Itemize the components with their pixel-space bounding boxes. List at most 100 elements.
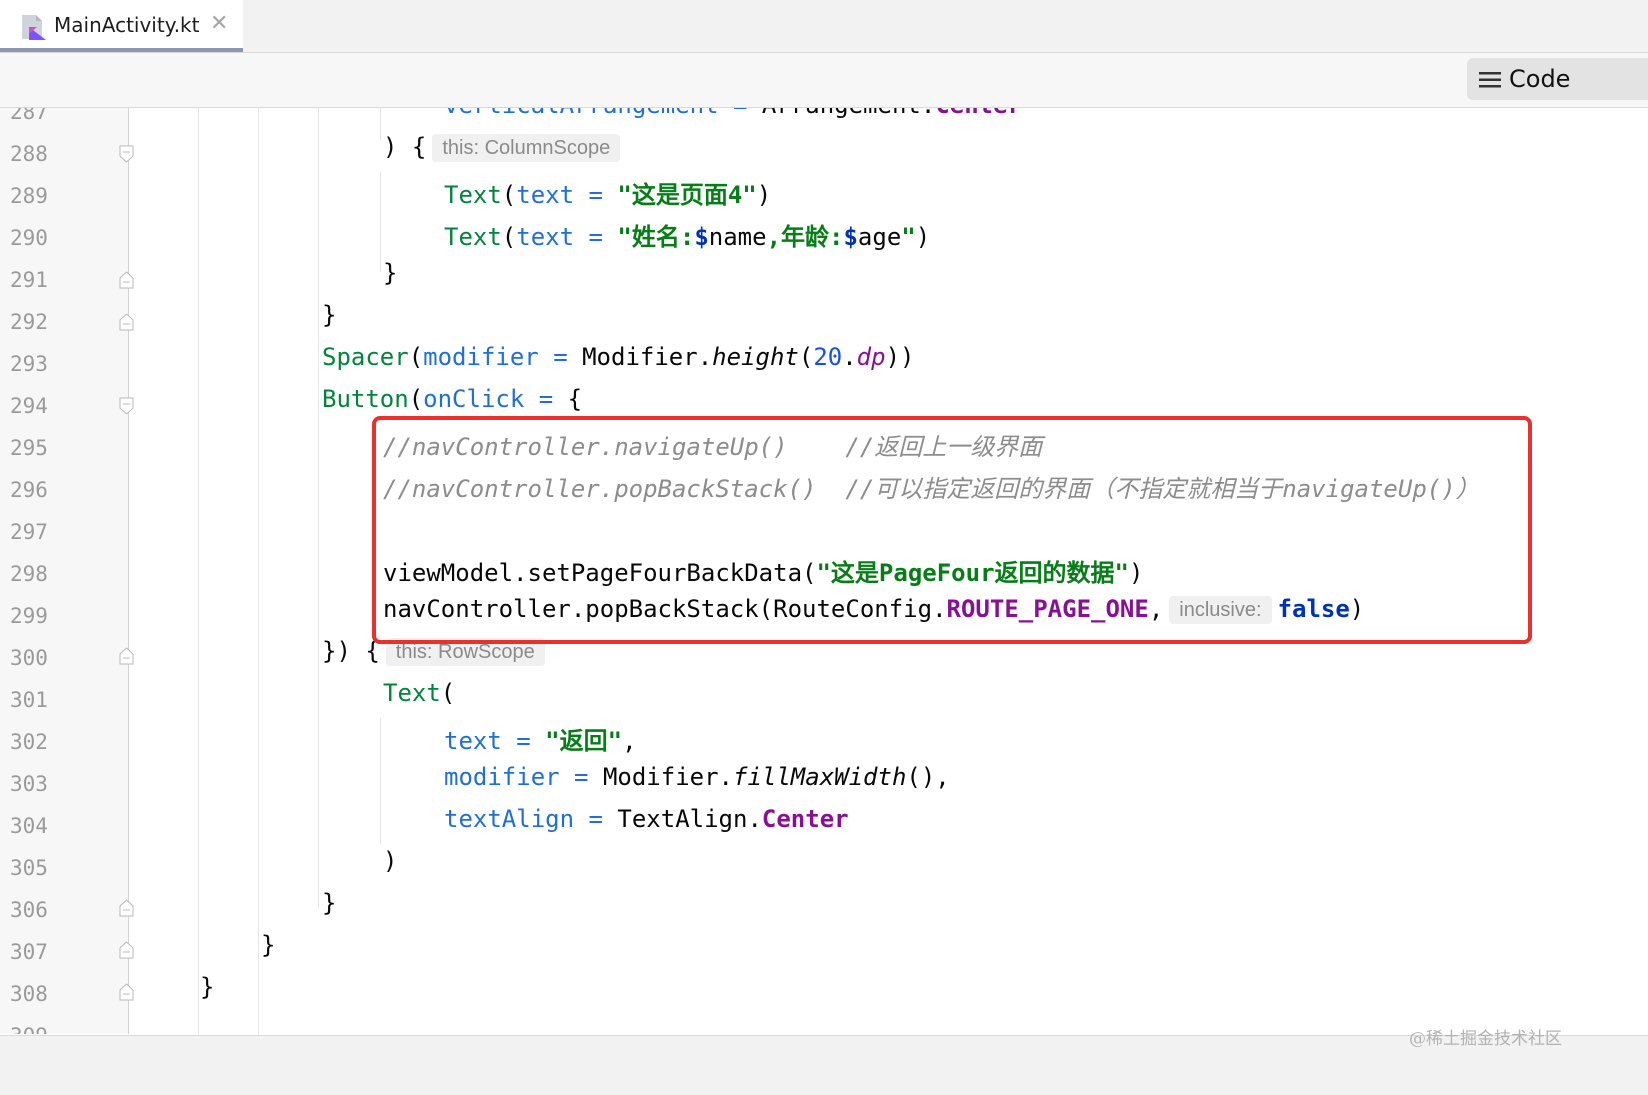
code-line-303[interactable]: modifier = Modifier.fillMaxWidth(), — [444, 763, 950, 805]
line-number: 309 — [10, 1015, 70, 1034]
line-number: 306 — [10, 898, 48, 922]
fold-end-icon[interactable] — [119, 983, 134, 1001]
code-token: ( — [798, 343, 814, 371]
fold-end-icon[interactable] — [119, 899, 134, 917]
fold-collapse-icon[interactable] — [119, 397, 134, 415]
code-token: Arrangement. — [762, 108, 935, 119]
code-token: = — [538, 343, 583, 371]
code-token: verticalArrangement — [444, 108, 719, 119]
editor-tab-bar: MainActivity.kt ✕ — [0, 0, 1648, 53]
code-line-287[interactable]: verticalArrangement = Arrangement.Center — [444, 108, 1022, 133]
line-number: 298 — [10, 562, 48, 586]
code-token: = — [574, 181, 618, 209]
fold-end-icon[interactable] — [119, 647, 134, 665]
indent-guide — [258, 108, 259, 1034]
line-number: 292 — [10, 310, 48, 334]
code-token: Center — [935, 108, 1022, 119]
code-token: ( — [501, 223, 517, 251]
line-number: 307 — [10, 940, 48, 964]
watermark: @稀土掘金技术社区 — [1409, 1029, 1562, 1049]
code-line-304[interactable]: textAlign = TextAlign.Center — [444, 805, 849, 847]
line-number: 302 — [10, 730, 48, 754]
code-token: text — [444, 727, 502, 755]
indent-guide — [380, 718, 381, 844]
fold-end-icon[interactable] — [119, 271, 134, 289]
code-view-label: Code — [1509, 65, 1571, 93]
code-token: modifier — [423, 343, 539, 371]
code-line-290[interactable]: Text(text = "姓名:$name,年龄:$age") — [444, 217, 930, 259]
indent-guide — [318, 108, 319, 908]
string-literal: "这是页面4" — [617, 181, 757, 209]
tab-main-activity[interactable]: MainActivity.kt ✕ — [0, 0, 243, 52]
hamburger-icon — [1479, 72, 1501, 88]
code-token: ( — [440, 679, 456, 707]
indent-guide — [198, 108, 199, 1034]
line-number: 300 — [10, 646, 48, 670]
code-token: Text — [444, 181, 502, 209]
string-literal: "姓名: — [617, 223, 695, 251]
line-number: 291 — [10, 268, 48, 292]
code-token: = — [524, 385, 568, 413]
fold-collapse-icon[interactable] — [119, 145, 134, 163]
code-token: Modifier. — [582, 343, 713, 371]
code-token: textAlign — [444, 805, 575, 833]
bottom-strip: @稀土掘金技术社区 — [0, 1029, 1648, 1095]
code-token: text — [516, 181, 575, 209]
code-token: Text — [444, 223, 502, 251]
line-number: 303 — [10, 772, 48, 796]
tab-close-icon[interactable]: ✕ — [210, 12, 228, 36]
code-line-305[interactable]: ) — [383, 847, 397, 889]
code-token: ( — [408, 343, 424, 371]
kotlin-file-icon — [22, 15, 46, 40]
line-number: 290 — [10, 226, 48, 250]
code-token: = — [559, 763, 603, 791]
code-line-292[interactable]: } — [322, 301, 336, 343]
line-number: 305 — [10, 856, 48, 880]
line-number: 288 — [10, 142, 48, 166]
code-token: { — [567, 385, 583, 413]
tab-filename: MainActivity.kt — [54, 13, 200, 37]
code-line-308[interactable]: } — [200, 973, 214, 1015]
fold-end-icon[interactable] — [119, 941, 134, 959]
code-line-289[interactable]: Text(text = "这是页面4") — [444, 175, 771, 217]
string-literal: "返回" — [545, 727, 623, 755]
code-token: onClick — [423, 385, 525, 413]
string-literal: ,年龄: — [766, 223, 844, 251]
code-token: text — [516, 223, 575, 251]
code-token: ) { — [383, 133, 427, 161]
code-token: TextAlign. — [617, 805, 762, 833]
fold-end-icon[interactable] — [119, 313, 134, 331]
code-token: = — [574, 805, 618, 833]
indent-guide — [380, 172, 381, 272]
code-token: ( — [408, 385, 424, 413]
code-line-306[interactable]: } — [322, 889, 336, 931]
code-editor[interactable]: 287 288 289 290 291 292 293 294 295 296 … — [0, 108, 1648, 1034]
code-token: modifier — [444, 763, 560, 791]
code-view-button[interactable]: Code — [1467, 58, 1648, 100]
code-token: = — [501, 727, 546, 755]
code-token: Center — [761, 805, 849, 833]
code-line-302[interactable]: text = "返回", — [444, 721, 637, 763]
code-line-291[interactable]: } — [383, 259, 397, 301]
code-token: 20 — [813, 343, 843, 371]
code-line-307[interactable]: } — [261, 931, 275, 973]
line-number: 289 — [10, 184, 48, 208]
code-line-293[interactable]: Spacer(modifier = Modifier.height(20.dp)… — [322, 343, 914, 385]
code-token: = — [574, 223, 618, 251]
line-number: 287 — [10, 108, 48, 124]
code-token: (), — [906, 763, 950, 791]
line-number: 295 — [10, 436, 48, 460]
code-token: Text — [383, 679, 441, 707]
code-token: $ — [694, 223, 709, 251]
editor-toolbar: Code — [0, 53, 1648, 108]
line-number: 301 — [10, 688, 48, 712]
line-number: 293 — [10, 352, 48, 376]
line-number: 308 — [10, 982, 48, 1006]
code-token: ( — [501, 181, 517, 209]
code-line-301[interactable]: Text( — [383, 679, 455, 721]
code-line-288[interactable]: ) {this: ColumnScope — [383, 133, 626, 175]
line-number: 294 — [10, 394, 48, 418]
inlay-hint: this: ColumnScope — [432, 134, 621, 162]
code-token: age — [857, 223, 902, 251]
indent-guide — [380, 108, 381, 140]
